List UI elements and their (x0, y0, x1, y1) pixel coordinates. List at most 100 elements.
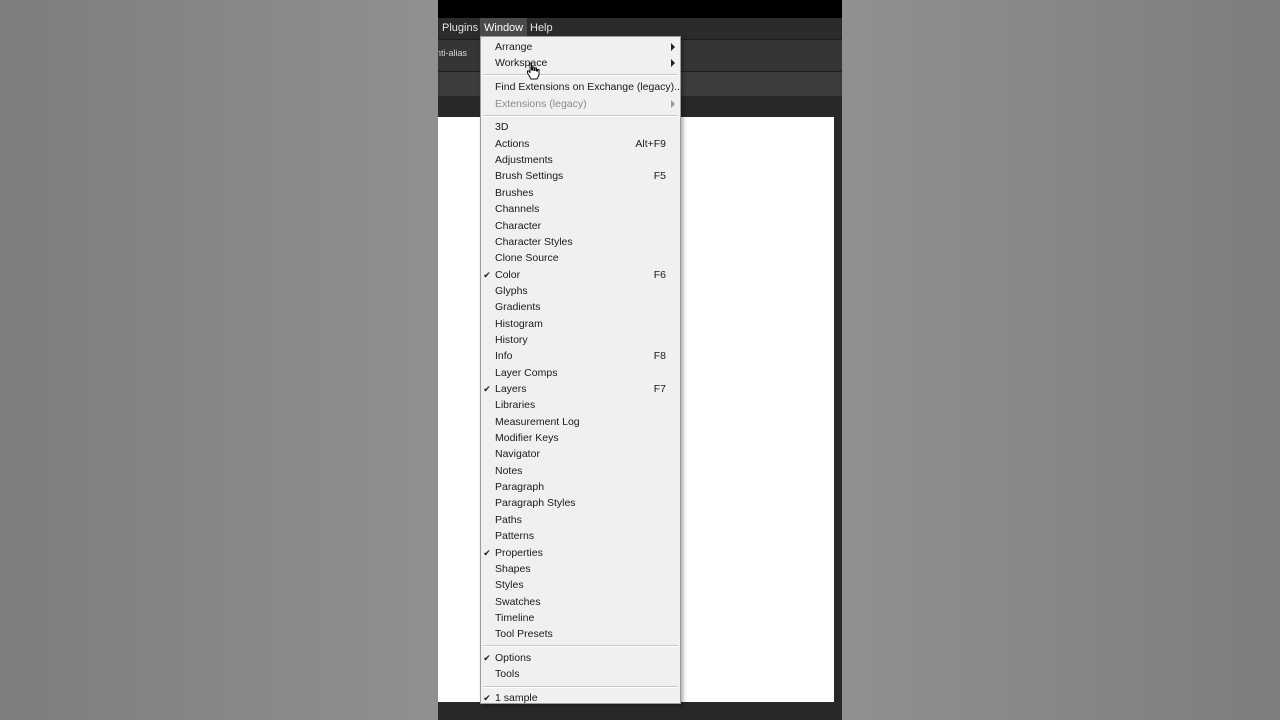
menu-plugins[interactable]: Plugins (438, 18, 482, 39)
menu-item-3d[interactable]: 3D (481, 119, 680, 135)
anti-alias-option[interactable]: nti-alias (438, 48, 467, 58)
menu-item-timeline[interactable]: Timeline (481, 610, 680, 626)
menu-separator (483, 645, 678, 648)
menu-item-label: Brush Settings (495, 170, 564, 183)
menu-item-label: Measurement Log (495, 415, 580, 428)
menu-item-layers[interactable]: ✔ Layers F7 (481, 381, 680, 397)
menu-item-shortcut: Alt+F9 (635, 137, 666, 150)
check-icon: ✔ (483, 653, 491, 664)
menu-item-character-styles[interactable]: Character Styles (481, 234, 680, 250)
menu-item-shortcut: F5 (653, 170, 666, 183)
menu-item-shapes[interactable]: Shapes (481, 561, 680, 577)
menu-item-adjustments[interactable]: Adjustments (481, 152, 680, 168)
menu-item-shortcut: F7 (653, 383, 666, 395)
menu-item-label: Swatches (495, 595, 541, 608)
menu-item-paragraph-styles[interactable]: Paragraph Styles (481, 495, 680, 511)
menu-item-label: Histogram (495, 317, 543, 330)
menu-item-glyphs[interactable]: Glyphs (481, 283, 680, 299)
menu-item-measurement-log[interactable]: Measurement Log (481, 414, 680, 430)
menu-item-label: Glyphs (495, 284, 528, 297)
menu-item-shortcut: F6 (653, 268, 666, 281)
menu-item-actions[interactable]: Actions Alt+F9 (481, 136, 680, 152)
menu-item-label: Find Extensions on Exchange (legacy)... (495, 81, 683, 94)
menu-item-label: 3D (495, 121, 509, 134)
menu-item-label: Adjustments (495, 154, 553, 167)
menu-item-label: Paragraph Styles (495, 497, 576, 510)
menu-item-swatches[interactable]: Swatches (481, 594, 680, 610)
menu-item-label: Extensions (legacy) (495, 97, 587, 110)
chevron-right-icon (671, 99, 675, 108)
chevron-right-icon (671, 43, 675, 51)
menu-item-brushes[interactable]: Brushes (481, 185, 680, 201)
menu-item-channels[interactable]: Channels (481, 201, 680, 217)
menu-item-histogram[interactable]: Histogram (481, 316, 680, 332)
menu-item-label: Timeline (495, 611, 535, 624)
menu-item-label: Options (495, 652, 532, 665)
menu-item-shortcut: F8 (653, 350, 666, 363)
window-menu-dropdown: Arrange Workspace Find Extensions on Excha… (480, 36, 683, 706)
menu-item-workspace[interactable]: Workspace (481, 55, 680, 71)
menu-item-label: Paths (495, 513, 522, 526)
menu-item-label: Brushes (495, 186, 534, 199)
menu-item-color[interactable]: ✔ Color F6 (481, 267, 680, 283)
menu-item-label: Arrange (495, 41, 533, 53)
chevron-right-icon (671, 59, 675, 68)
check-icon: ✔ (483, 384, 491, 394)
menu-item-label: Channels (495, 203, 540, 216)
check-icon: ✔ (483, 693, 491, 704)
menu-item-1-sample[interactable]: ✔ 1 sample (481, 690, 680, 706)
menu-item-label: Character (495, 219, 542, 232)
menu-item-options[interactable]: ✔ Options (481, 650, 680, 666)
menu-item-arrange[interactable]: Arrange (481, 39, 680, 55)
menu-item-paths[interactable]: Paths (481, 512, 680, 528)
menu-item-find-extensions-on-exchange-legacy[interactable]: Find Extensions on Exchange (legacy)... (481, 79, 683, 95)
menu-item-label: Character Styles (495, 235, 573, 248)
menu-item-history[interactable]: History (481, 332, 680, 348)
menu-item-label: Navigator (495, 448, 540, 461)
menu-item-label: Modifier Keys (495, 432, 559, 445)
menu-item-modifier-keys[interactable]: Modifier Keys (481, 430, 680, 446)
menu-item-info[interactable]: Info F8 (481, 348, 680, 364)
menu-item-character[interactable]: Character (481, 218, 680, 234)
menu-separator (483, 685, 678, 688)
menu-item-label: 1 sample (495, 692, 538, 705)
menu-item-label: Tool Presets (495, 628, 553, 641)
menu-item-label: Layer Comps (495, 366, 558, 379)
screen-background: Plugins Window Help nti-alias Arrange Wor… (0, 0, 1280, 720)
menu-item-gradients[interactable]: Gradients (481, 299, 680, 315)
menu-item-tools[interactable]: Tools (481, 666, 680, 682)
menu-item-tool-presets[interactable]: Tool Presets (481, 626, 680, 642)
menu-item-label: Info (495, 350, 513, 363)
menu-item-styles[interactable]: Styles (481, 577, 680, 593)
menu-item-label: Gradients (495, 301, 541, 314)
menu-item-label: Actions (495, 137, 530, 150)
menu-item-navigator[interactable]: Navigator (481, 446, 680, 462)
menu-item-label: Shapes (495, 562, 531, 575)
title-bar (438, 0, 842, 18)
menu-item-notes[interactable]: Notes (481, 463, 680, 479)
menu-item-label: Paragraph (495, 481, 545, 494)
menu-separator (483, 114, 678, 117)
menu-item-label: Color (495, 268, 521, 281)
photoshop-window: Plugins Window Help nti-alias Arrange Wor… (438, 0, 842, 720)
hand-cursor-icon (527, 62, 540, 80)
menu-item-label: Tools (495, 668, 520, 681)
check-icon: ✔ (483, 269, 491, 280)
menu-item-label: Libraries (495, 399, 536, 412)
menu-item-label: Patterns (495, 530, 535, 543)
menu-item-label: Notes (495, 464, 523, 477)
menu-item-label: Properties (495, 546, 543, 559)
menu-item-label: Styles (495, 579, 524, 592)
menu-item-brush-settings[interactable]: Brush Settings F5 (481, 168, 680, 184)
menu-item-paragraph[interactable]: Paragraph (481, 479, 680, 495)
menu-item-label: Clone Source (495, 252, 559, 265)
menu-item-label: History (495, 333, 528, 346)
menu-item-label: Layers (495, 383, 527, 395)
check-icon: ✔ (483, 547, 491, 558)
menu-item-patterns[interactable]: Patterns (481, 528, 680, 544)
menu-separator (483, 74, 678, 77)
menu-item-clone-source[interactable]: Clone Source (481, 250, 680, 266)
menu-item-libraries[interactable]: Libraries (481, 397, 680, 413)
menu-item-layer-comps[interactable]: Layer Comps (481, 365, 680, 381)
menu-item-properties[interactable]: ✔ Properties (481, 545, 680, 561)
